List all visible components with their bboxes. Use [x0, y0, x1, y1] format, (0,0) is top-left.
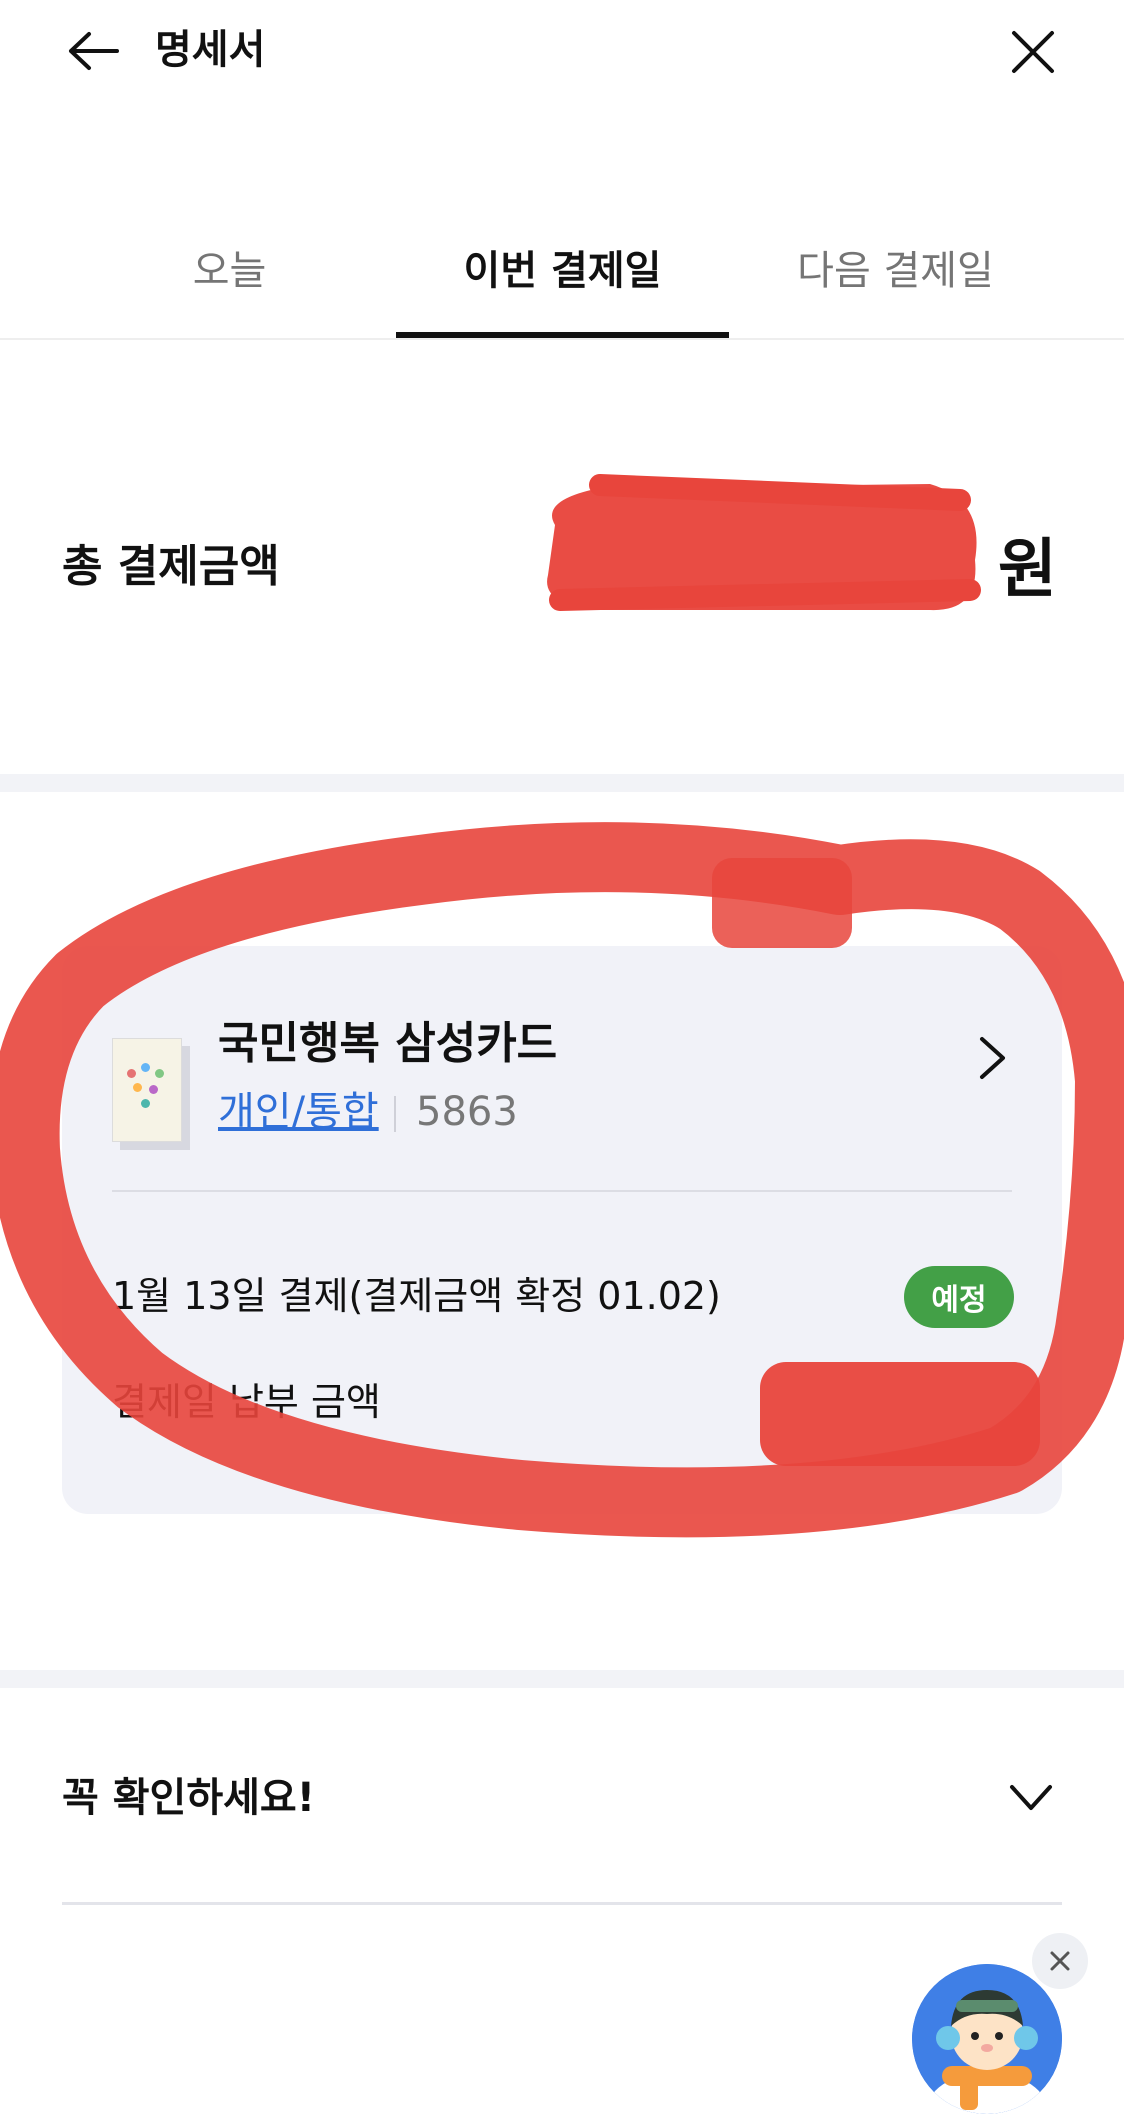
total-payment-row: 총 결제금액 원	[0, 470, 1124, 650]
card-image	[112, 1038, 182, 1142]
tab-next-payment-date[interactable]: 다음 결제일	[729, 210, 1062, 340]
total-payment-amount	[545, 510, 975, 620]
dismiss-assistant-button[interactable]	[1032, 1933, 1088, 1989]
card-statement-summary[interactable]: 국민행복 삼성카드 개인/통합 5863 1월 13일 결제(결제금액 확정 0…	[62, 946, 1062, 1514]
notice-divider	[62, 1902, 1062, 1905]
arrow-left-icon	[69, 32, 119, 70]
payment-date-tabs: 오늘 이번 결제일 다음 결제일	[0, 210, 1124, 340]
payment-date-info: 1월 13일 결제(결제금액 확정 01.02)	[112, 1274, 721, 1318]
back-button[interactable]	[62, 24, 124, 78]
card-number: 5863	[416, 1089, 518, 1135]
chevron-right-icon	[980, 1037, 1005, 1079]
total-payment-label: 총 결제금액	[62, 541, 280, 592]
section-divider	[0, 1670, 1124, 1688]
card-detail-button[interactable]	[962, 1028, 1022, 1088]
notice-toggle[interactable]	[1000, 1766, 1062, 1828]
total-payment-unit: 원	[998, 533, 1057, 607]
card-name: 국민행복 삼성카드	[218, 1018, 558, 1069]
payment-amount-label: 결제일 납부 금액	[112, 1380, 381, 1424]
payment-amount-value	[762, 1368, 1012, 1438]
section-divider	[0, 774, 1124, 792]
notice-accordion[interactable]: 꼭 확인하세요!	[62, 1740, 1062, 1860]
close-icon	[1050, 1951, 1070, 1971]
card-type-link[interactable]: 개인/통합	[218, 1086, 379, 1138]
close-button[interactable]	[1005, 24, 1061, 80]
status-badge: 예정	[904, 1266, 1014, 1328]
character-avatar-icon	[912, 1964, 1062, 2114]
active-tab-indicator	[396, 332, 729, 338]
card-divider	[112, 1190, 1012, 1192]
chevron-down-icon	[1010, 1785, 1052, 1810]
card-info-separator	[394, 1096, 396, 1132]
tab-today[interactable]: 오늘	[63, 210, 396, 340]
assistant-avatar[interactable]	[912, 1964, 1062, 2114]
header-bar: 명세서	[0, 0, 1124, 110]
tab-this-payment-date[interactable]: 이번 결제일	[396, 210, 729, 340]
notice-label: 꼭 확인하세요!	[62, 1775, 315, 1821]
close-icon	[1012, 31, 1054, 73]
page-title: 명세서	[155, 27, 266, 73]
